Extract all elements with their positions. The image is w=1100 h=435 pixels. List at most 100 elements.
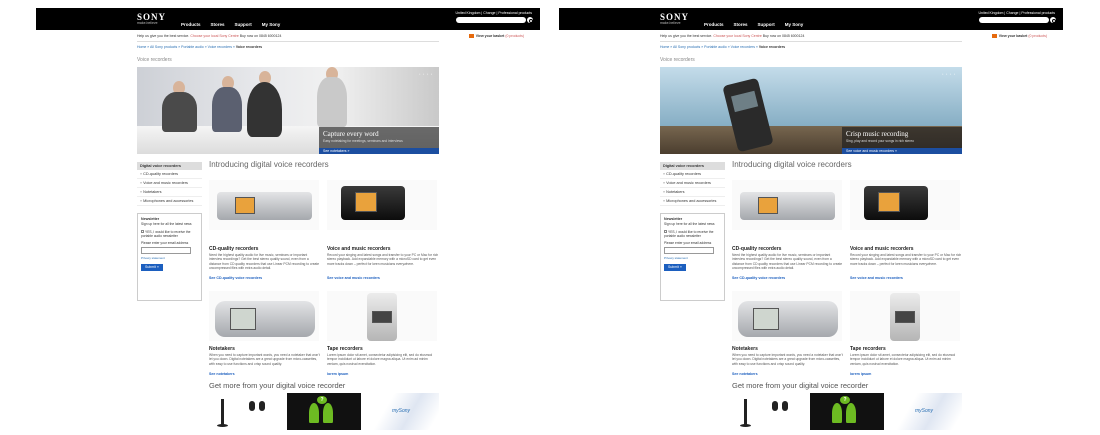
hero-banner[interactable]: • • • • Capture every word Easy notetaki… — [137, 67, 439, 154]
accessory-tile[interactable] — [209, 393, 279, 430]
hero-banner[interactable]: • • • • Crisp music recording Sing, play… — [660, 67, 962, 154]
product-link[interactable]: lorem ipsum — [327, 372, 348, 376]
product-title[interactable]: Notetakers — [209, 346, 235, 352]
product-title[interactable]: Notetakers — [732, 346, 758, 352]
product-link[interactable]: See CD-quality voice recorders — [732, 276, 785, 280]
product-link[interactable]: See voice and music recorders — [327, 276, 380, 280]
product-image[interactable] — [209, 180, 319, 230]
submit-button[interactable]: Submit » — [664, 263, 686, 271]
recorder-device — [215, 301, 315, 337]
sidebar-item-voice-music[interactable]: Voice and music recorders — [660, 179, 725, 188]
sidebar-item-microphones[interactable]: Microphones and accessories — [137, 197, 202, 206]
country-selector[interactable]: United Kingdom | Change | Professional p… — [978, 11, 1055, 15]
breadcrumb-trail[interactable]: Home » All Sony products » Portable audi… — [660, 45, 758, 49]
nav-my-sony[interactable]: My Sony — [785, 22, 804, 27]
recorder-screen — [235, 197, 255, 214]
search-input[interactable] — [979, 17, 1049, 23]
sidebar-item-voice-music[interactable]: Voice and music recorders — [137, 179, 202, 188]
product-link[interactable]: See notetakers — [732, 372, 758, 376]
get-more-heading: Get more from your digital voice recorde… — [732, 381, 869, 390]
divider — [660, 41, 962, 42]
support-tile[interactable]: ? — [287, 393, 361, 430]
product-image[interactable] — [732, 291, 842, 341]
product-title[interactable]: CD-quality recorders — [732, 246, 781, 252]
nav-support[interactable]: Support — [758, 22, 775, 27]
recorder-device — [217, 192, 312, 220]
newsletter-checkbox-label: YES, I would like to receive the portabl… — [664, 229, 714, 239]
earphone-icon — [249, 401, 255, 411]
breadcrumb-trail[interactable]: Home » All Sony products » Portable audi… — [137, 45, 235, 49]
sidebar-item-cd-quality[interactable]: CD-quality recorders — [660, 170, 725, 179]
phone-text: Buy now on 0845 6000124 — [239, 34, 282, 38]
sidebar-item-cd-quality[interactable]: CD-quality recorders — [137, 170, 202, 179]
store-link[interactable]: Choose your local Sony Centre — [713, 34, 761, 38]
nav-products[interactable]: Products — [704, 22, 724, 27]
email-field[interactable] — [141, 247, 191, 255]
privacy-link[interactable]: Privacy statement — [664, 256, 721, 260]
sidebar-item-microphones[interactable]: Microphones and accessories — [660, 197, 725, 206]
search-icon[interactable] — [527, 17, 533, 23]
basket-link[interactable]: View your basket (0 products) — [991, 34, 1047, 39]
newsletter-checkbox[interactable] — [664, 230, 667, 234]
email-field[interactable] — [664, 247, 714, 255]
recorder-screen — [372, 311, 392, 323]
product-title[interactable]: Tape recorders — [850, 346, 886, 352]
product-title[interactable]: Voice and music recorders — [850, 246, 914, 252]
product-link[interactable]: See voice and music recorders — [850, 276, 903, 280]
sidebar-title[interactable]: Digital voice recorders — [660, 162, 725, 170]
product-title[interactable]: Voice and music recorders — [327, 246, 391, 252]
comparison-panes: SONY make.believe Products Stores Suppor… — [0, 0, 1100, 435]
carousel-dots[interactable]: • • • • — [942, 72, 956, 76]
nav-my-sony[interactable]: My Sony — [262, 22, 281, 27]
product-link[interactable]: See CD-quality voice recorders — [209, 276, 262, 280]
section-heading: Introducing digital voice recorders — [732, 160, 852, 169]
newsletter-checkbox[interactable] — [141, 230, 144, 234]
product-link[interactable]: See notetakers — [209, 372, 235, 376]
product-image[interactable] — [850, 291, 960, 341]
product-image[interactable] — [327, 180, 437, 230]
store-link[interactable]: Choose your local Sony Centre — [190, 34, 238, 38]
search-input[interactable] — [456, 17, 526, 23]
page-title: Voice recorders — [660, 57, 695, 63]
product-title[interactable]: Tape recorders — [327, 346, 363, 352]
sidebar-item-notetakers[interactable]: Notetakers — [660, 188, 725, 197]
nav-support[interactable]: Support — [235, 22, 252, 27]
product-image[interactable] — [732, 180, 842, 230]
carousel-dots[interactable]: • • • • — [419, 72, 433, 76]
submit-button[interactable]: Submit » — [141, 263, 163, 271]
sidebar-title[interactable]: Digital voice recorders — [137, 162, 202, 170]
product-image[interactable] — [209, 291, 319, 341]
newsletter-checkbox-label: YES, I would like to receive the portabl… — [141, 229, 191, 239]
product-title[interactable]: CD-quality recorders — [209, 246, 258, 252]
product-description: Lorem ipsum dolor sit amet, consectetur … — [327, 353, 433, 366]
mysony-tile[interactable]: mySony — [889, 393, 962, 430]
nav-stores[interactable]: Stores — [211, 22, 225, 27]
sidebar-item-notetakers[interactable]: Notetakers — [137, 188, 202, 197]
product-link[interactable]: lorem ipsum — [850, 372, 871, 376]
accessory-tile[interactable] — [732, 393, 802, 430]
hero-link[interactable]: See notetakers » — [319, 148, 439, 154]
breadcrumb[interactable]: Home » All Sony products » Portable audi… — [137, 45, 262, 49]
hero-title: Crisp music recording — [846, 130, 909, 138]
breadcrumb[interactable]: Home » All Sony products » Portable audi… — [660, 45, 785, 49]
support-tile[interactable]: ? — [810, 393, 884, 430]
page-variant-right: SONY make.believe Products Stores Suppor… — [559, 8, 1063, 435]
main-nav: Products Stores Support My Sony — [181, 22, 280, 27]
sidebar: Digital voice recorders CD-quality recor… — [137, 162, 202, 206]
hero-person — [247, 82, 282, 137]
nav-products[interactable]: Products — [181, 22, 201, 27]
product-description: When you need to capture important words… — [732, 353, 843, 366]
privacy-link[interactable]: Privacy statement — [141, 256, 198, 260]
product-image[interactable] — [327, 291, 437, 341]
country-selector[interactable]: United Kingdom | Change | Professional p… — [455, 11, 532, 15]
basket-link[interactable]: View your basket (0 products) — [468, 34, 524, 39]
product-image[interactable] — [850, 180, 960, 230]
earphone-icon — [772, 401, 778, 411]
recorder-screen — [230, 308, 256, 330]
mysony-tile[interactable]: mySony — [366, 393, 439, 430]
hero-link[interactable]: See voice and music recorders » — [842, 148, 962, 154]
mysony-label: mySony — [392, 408, 411, 414]
search-icon[interactable] — [1050, 17, 1056, 23]
sidebar: Digital voice recorders CD-quality recor… — [660, 162, 725, 206]
nav-stores[interactable]: Stores — [734, 22, 748, 27]
